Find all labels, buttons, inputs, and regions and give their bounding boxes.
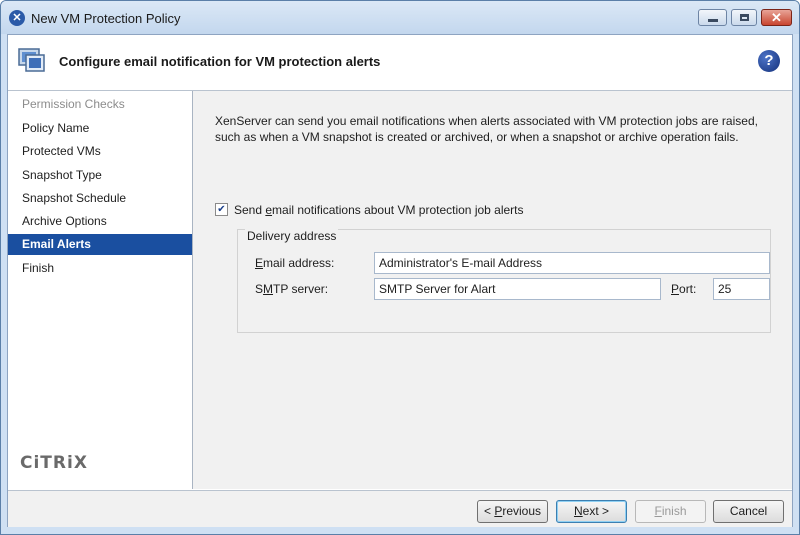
nav-item-finish[interactable]: Finish: [8, 258, 192, 279]
send-email-checkbox[interactable]: ✔: [215, 203, 228, 216]
wizard-footer: < Previous Next > Finish Cancel: [8, 490, 792, 527]
next-button[interactable]: Next >: [556, 500, 627, 523]
email-address-label: Email address:: [255, 256, 335, 270]
close-button[interactable]: ✕: [761, 9, 792, 26]
page-description: XenServer can send you email notificatio…: [215, 114, 758, 144]
minimize-icon: [708, 19, 718, 22]
wizard-header: Configure email notification for VM prot…: [8, 35, 792, 91]
maximize-icon: [740, 14, 749, 21]
dialog-window: ✕ New VM Protection Policy ✕ Configure e…: [0, 0, 800, 535]
close-icon: ✕: [771, 10, 782, 25]
send-email-checkbox-label[interactable]: Send email notifications about VM protec…: [234, 203, 524, 217]
nav-item-policy-name[interactable]: Policy Name: [8, 118, 192, 139]
window-title: New VM Protection Policy: [31, 11, 181, 26]
email-address-input[interactable]: Administrator's E-mail Address: [374, 252, 770, 274]
dialog-client-area: Configure email notification for VM prot…: [7, 34, 793, 527]
port-label: Port:: [671, 282, 697, 296]
cancel-button[interactable]: Cancel: [713, 500, 784, 523]
maximize-button[interactable]: [731, 9, 757, 26]
finish-button[interactable]: Finish: [635, 500, 706, 523]
xenserver-app-icon: ✕: [9, 10, 25, 26]
page-title: Configure email notification for VM prot…: [59, 54, 381, 69]
delivery-address-group-label: Delivery address: [245, 229, 339, 243]
nav-item-protected-vms[interactable]: Protected VMs: [8, 141, 192, 162]
previous-button[interactable]: < Previous: [477, 500, 548, 523]
email-alerts-page: XenServer can send you email notificatio…: [193, 91, 792, 489]
port-input[interactable]: 25: [713, 278, 770, 300]
vm-protection-icon: [18, 48, 45, 72]
smtp-server-input[interactable]: SMTP Server for Alart: [374, 278, 661, 300]
checkmark-icon: ✔: [217, 204, 226, 215]
nav-item-snapshot-type[interactable]: Snapshot Type: [8, 165, 192, 186]
smtp-server-label: SMTP server:: [255, 282, 329, 296]
nav-item-email-alerts[interactable]: Email Alerts: [8, 234, 192, 255]
title-bar[interactable]: ✕ New VM Protection Policy ✕: [1, 1, 799, 34]
wizard-step-list: Permission Checks Policy Name Protected …: [8, 91, 193, 489]
minimize-button[interactable]: [698, 9, 727, 26]
nav-item-permission-checks[interactable]: Permission Checks: [8, 94, 192, 115]
citrix-logo: CiTRiX: [20, 453, 88, 473]
nav-item-snapshot-schedule[interactable]: Snapshot Schedule: [8, 188, 192, 209]
nav-item-archive-options[interactable]: Archive Options: [8, 211, 192, 232]
help-icon[interactable]: ?: [758, 50, 780, 72]
